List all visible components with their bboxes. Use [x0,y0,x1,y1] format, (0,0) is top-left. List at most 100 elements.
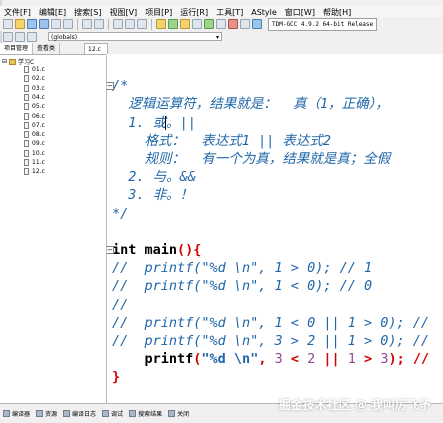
collapse-icon[interactable]: ⊟ [2,58,7,65]
text-cursor [165,115,166,130]
code-token: /* [112,78,129,95]
menu-item[interactable]: 帮助[H] [319,7,355,18]
debug-icon[interactable] [204,19,214,29]
save-all-icon[interactable] [39,19,49,29]
code-line: 8 2. 与。&& [107,168,196,186]
tree-file-item[interactable]: 03.c [24,84,45,92]
run-icon[interactable] [168,19,178,29]
stop-icon[interactable] [228,19,238,29]
compiler-select[interactable]: TDM-GCC 4.9.2 64-bit Release [268,17,378,31]
menu-item[interactable]: 工具[T] [212,7,247,18]
c-file-icon [24,112,29,120]
print-icon[interactable] [63,19,73,29]
bottom-tab-label: 编译器 [12,411,31,418]
replace-icon[interactable] [125,19,135,29]
bottom-tab-icon [63,410,71,417]
menu-item[interactable]: 窗口[W] [281,7,319,18]
tree-file-item[interactable]: 07.c [24,121,45,129]
insert-icon[interactable] [3,32,13,42]
new-file-icon[interactable] [3,19,13,29]
bottom-tab[interactable]: 编译日志 [63,409,96,418]
tree-file-item[interactable]: 04.c [24,93,45,101]
menu-item[interactable]: 文件[F] [0,7,35,18]
tab-class-browser[interactable]: 查看类 [33,43,61,54]
goto-bookmark-icon[interactable] [27,32,37,42]
tree-file-label: 09.c [32,140,45,148]
menu-item[interactable]: 视图[V] [105,7,141,18]
tree-file-label: 05.c [32,103,45,111]
code-token: 规则： 有一个为真，结果就是真；全假 [112,151,391,167]
main-toolbar: TDM-GCC 4.9.2 64-bit Release [0,17,443,31]
menu-item[interactable]: 搜索[S] [70,7,105,18]
tree-file-item[interactable]: 06.c [24,112,45,120]
close-file-icon[interactable] [51,19,61,29]
tab-project-manager[interactable]: 项目管理 [0,43,34,54]
chart-icon[interactable] [252,19,262,29]
bottom-tab[interactable]: 调试 [102,409,123,418]
bottom-tab[interactable]: 编译器 [3,409,30,418]
open-folder-icon[interactable] [15,19,25,29]
code-token: 逻辑运算符，结果就是： 真（1，正确）， [112,96,389,113]
tree-file-label: 03.c [32,84,45,92]
tree-file-label: 08.c [32,131,45,139]
code-line: 14// printf("%d \n", 1 < 0); // 0 [107,277,372,295]
goto-line-icon[interactable] [137,19,147,29]
compile-run-icon[interactable] [180,19,190,29]
profile-icon[interactable] [240,19,250,29]
project-tree: ⊟ 学习C 01.c 02.c 03.c 04.c 05.c 06.c 07.c 08.c 09… [0,55,107,403]
menu-item[interactable]: AStyle [247,8,281,17]
fold-toggle-icon[interactable]: − [107,82,114,91]
tree-file-item[interactable]: 08.c [24,131,45,139]
rebuild-icon[interactable] [192,19,202,29]
tree-file-item[interactable]: 05.c [24,103,45,111]
menu-item[interactable]: 项目[P] [141,7,176,18]
c-file-icon [24,131,29,139]
code-editor[interactable]: 2 3 /*4 逻辑运算符，结果就是： 真（1，正确），5 1. 或。||6 格式：… [107,54,443,403]
check-icon[interactable] [216,19,226,29]
code-line: 5 1. 或。|| [107,114,196,132]
menu-item[interactable]: 运行[R] [176,7,212,18]
tree-file-item[interactable]: 02.c [24,75,45,83]
c-file-icon [24,140,29,148]
find-icon[interactable] [113,19,123,29]
tree-file-item[interactable]: 12.c [24,168,45,176]
project-name: 学习C [18,59,35,66]
menu-item[interactable]: 编辑[E] [35,7,70,18]
code-token: || [315,351,348,368]
tree-file-label: 11.c [32,159,45,166]
save-icon[interactable] [27,19,37,29]
code-token: // [112,296,129,313]
compile-icon[interactable] [156,19,166,29]
redo-icon[interactable] [94,19,104,29]
tree-file-label: 10.c [32,149,45,157]
code-token: int main [112,242,178,258]
bottom-tab-icon [102,410,110,417]
tree-file-label: 02.c [32,75,45,83]
c-file-icon [24,75,29,83]
editor-file-tab[interactable]: 12.c [84,43,108,54]
code-token: < [282,351,308,368]
bottom-tab[interactable]: 搜索结果 [129,409,162,418]
fold-toggle-icon[interactable]: − [107,246,114,254]
code-token: (){ [177,242,202,258]
c-file-icon [24,93,29,101]
bottom-tab[interactable]: 关闭 [168,409,189,418]
tree-file-item[interactable]: 01.c [24,66,45,73]
bottom-tab-label: 搜索结果 [138,411,163,418]
toggle-bookmark-icon[interactable] [15,32,25,42]
scope-combo[interactable]: (globals) ▾ [48,32,222,41]
tree-root[interactable]: ⊟ 学习C [2,57,34,66]
code-line: 13// printf("%d \n", 1 > 0); // 1 [107,259,372,277]
bottom-tab-icon [129,410,137,417]
code-line: 4 逻辑运算符，结果就是： 真（1，正确）， [107,95,389,113]
code-line: 6 格式： 表达式1 || 表达式2 [107,132,332,150]
c-file-icon [24,121,29,129]
tree-file-item[interactable]: 09.c [24,140,45,148]
undo-icon[interactable] [82,19,92,29]
tree-file-item[interactable]: 11.c [24,159,45,166]
tree-file-label: 04.c [32,93,45,101]
c-file-icon [24,66,29,73]
bottom-tab[interactable]: 资源 [36,409,57,418]
code-line: 7 规则： 有一个为真，结果就是真；全假 [107,150,391,168]
tree-file-item[interactable]: 10.c [24,149,45,157]
